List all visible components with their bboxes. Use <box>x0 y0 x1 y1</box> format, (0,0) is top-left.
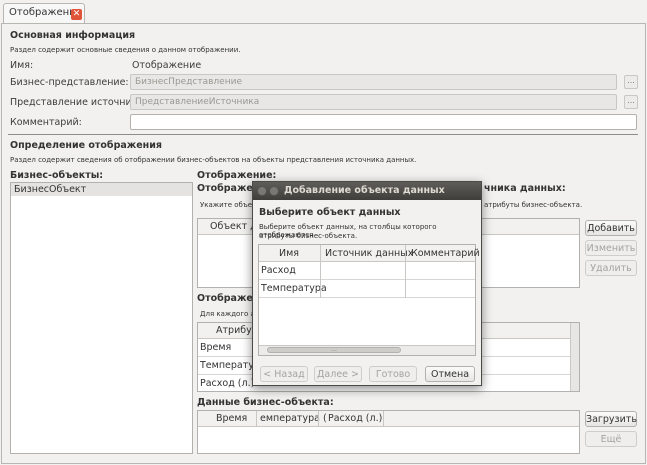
name-label: Имя: <box>10 60 34 71</box>
row-name: Расход <box>261 265 296 276</box>
source-view-label: Представление источника: <box>10 97 147 108</box>
scrollbar-thumb[interactable]: ... <box>267 347 401 353</box>
dialog-heading: Выберите объект данных <box>259 207 401 218</box>
table-row[interactable]: Расход <box>259 262 475 280</box>
add-button[interactable]: Добавить <box>585 220 637 236</box>
business-objects-label: Бизнес-объекты: <box>10 170 104 181</box>
back-button[interactable]: < Назад <box>260 366 308 382</box>
definition-heading: Определение отображения <box>10 140 162 151</box>
basic-heading: Основная информация <box>10 30 136 41</box>
column-divider <box>256 411 257 427</box>
finish-button[interactable]: Готово <box>369 366 417 382</box>
dialog-title: Добавление объекта данных <box>284 185 445 196</box>
comment-label: Комментарий: <box>10 117 82 128</box>
business-data-table[interactable]: Время емпература ( Расход (л.) <box>197 410 580 454</box>
add-data-object-dialog: Добавление объекта данных Выберите объек… <box>252 181 482 386</box>
more-button[interactable]: Ещё <box>585 431 637 447</box>
column-divider <box>405 245 406 262</box>
minimize-icon[interactable] <box>269 186 279 196</box>
column-divider <box>320 280 321 298</box>
load-button[interactable]: Загрузить <box>585 411 637 427</box>
close-icon[interactable]: ✕ <box>71 9 82 20</box>
mapping-sub-label-right: чника данных: <box>484 183 566 194</box>
business-data-header: Время емпература ( Расход (л.) <box>198 411 579 427</box>
section-divider <box>8 134 638 135</box>
data-col-temperature[interactable]: емпература ( <box>260 413 327 424</box>
tab-otobrazhenie[interactable]: Отображение ✕ <box>3 3 85 23</box>
source-view-browse-button[interactable]: ... <box>624 95 638 109</box>
column-divider <box>318 411 319 427</box>
dialog-description-line2: атрибуты бизнес-объекта. <box>259 232 358 240</box>
close-icon[interactable] <box>257 186 267 196</box>
business-view-label: Бизнес-представление: <box>10 77 129 88</box>
data-col-flow[interactable]: Расход (л.) <box>328 413 382 424</box>
delete-button[interactable]: Удалить <box>585 260 637 276</box>
dialog-titlebar[interactable]: Добавление объекта данных <box>253 182 481 200</box>
attribute-scrollbar[interactable] <box>570 323 579 391</box>
column-divider <box>383 411 384 427</box>
data-col-time[interactable]: Время <box>216 413 247 424</box>
name-value: Отображение <box>132 60 202 71</box>
list-item[interactable]: БизнесОбъект <box>11 183 192 196</box>
data-object-table[interactable]: Имя Источник данных Комментарий Расход Т… <box>258 244 480 356</box>
business-view-browse-button[interactable]: ... <box>624 75 638 89</box>
business-view-field[interactable]: БизнесПредставление <box>130 74 617 90</box>
source-view-field[interactable]: ПредставлениеИсточника <box>130 94 617 110</box>
col-comment[interactable]: Комментарий <box>411 248 480 259</box>
basic-description: Раздел содержит основные сведения о данн… <box>10 46 241 54</box>
col-name[interactable]: Имя <box>279 248 299 259</box>
column-divider <box>405 262 406 280</box>
comment-input[interactable] <box>130 114 637 130</box>
mapping-label: Отображение: <box>197 170 277 181</box>
column-divider <box>320 245 321 262</box>
column-divider <box>405 280 406 298</box>
next-button[interactable]: Далее > <box>314 366 362 382</box>
definition-description: Раздел содержит сведения об отображении … <box>10 156 417 164</box>
table-row[interactable]: Температура <box>259 280 475 298</box>
business-data-heading: Данные бизнес-объекта: <box>197 397 334 408</box>
change-button[interactable]: Изменить <box>585 240 637 256</box>
business-objects-list[interactable]: БизнесОбъект <box>10 182 193 454</box>
column-divider <box>320 262 321 280</box>
col-source[interactable]: Источник данных <box>325 248 413 259</box>
data-object-header: Имя Источник данных Комментарий <box>259 245 480 262</box>
cancel-button[interactable]: Отмена <box>425 366 475 382</box>
horizontal-scrollbar[interactable]: ... <box>259 345 475 355</box>
row-name: Температура <box>261 283 327 294</box>
mapping-hint-right: атрибуты бизнес-объекта. <box>484 201 583 209</box>
